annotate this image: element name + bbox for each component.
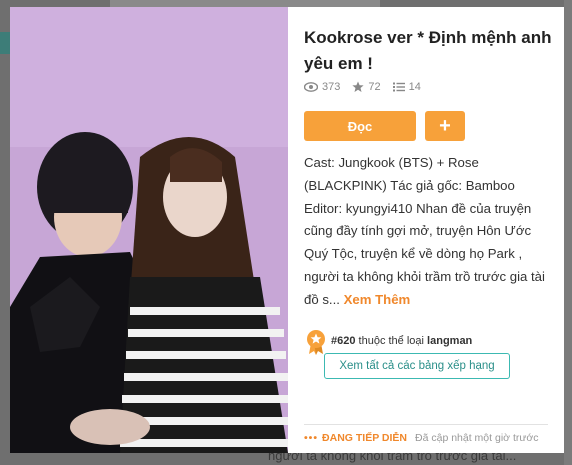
rank-number: #620	[331, 335, 356, 347]
votes-count: 72	[368, 81, 381, 93]
rank-text-mid: thuộc thể loại	[355, 335, 428, 347]
see-all-rankings-button[interactable]: Xem tất cả các bảng xếp hạng	[324, 353, 510, 379]
story-info-panel: Kookrose ver * Định mệnh anh yêu em ! 37…	[304, 7, 554, 453]
see-more-link[interactable]: Xem Thêm	[344, 292, 411, 307]
story-stats: 373 72 14	[304, 81, 433, 93]
read-button[interactable]: Đọc	[304, 111, 416, 141]
story-description: Cast: Jungkook (BTS) + Rose (BLACKPINK) …	[304, 152, 554, 312]
background-scroll-edge	[564, 0, 572, 465]
votes-stat: 72	[352, 81, 381, 93]
divider	[304, 424, 548, 425]
story-title[interactable]: Kookrose ver * Định mệnh anh yêu em !	[304, 25, 552, 77]
updated-timestamp: Đã cập nhật một giờ trước	[415, 432, 539, 444]
eye-icon	[304, 82, 318, 92]
story-cover[interactable]	[10, 7, 288, 453]
background-left-tab	[0, 32, 10, 54]
status-dots-icon: •••	[304, 432, 319, 444]
list-icon	[392, 82, 405, 92]
description-text: Cast: Jungkook (BTS) + Rose (BLACKPINK) …	[304, 155, 545, 307]
rank-genre[interactable]: langman	[427, 335, 472, 347]
parts-stat: 14	[392, 81, 421, 93]
status-badge: ĐANG TIẾP DIỄN	[322, 432, 408, 444]
ranking-text: #620 thuộc thể loại langman	[331, 335, 472, 347]
cover-illustration	[10, 7, 288, 453]
add-to-library-button[interactable]: +	[425, 111, 465, 141]
story-preview-modal: Kookrose ver * Định mệnh anh yêu em ! 37…	[10, 7, 564, 453]
reads-count: 373	[322, 81, 341, 93]
ribbon-badge-icon	[307, 330, 325, 355]
story-status: ••• ĐANG TIẾP DIỄN Đã cập nhật một giờ t…	[304, 432, 539, 444]
star-icon	[352, 81, 364, 92]
parts-count: 14	[408, 81, 421, 93]
reads-stat: 373	[304, 81, 340, 93]
